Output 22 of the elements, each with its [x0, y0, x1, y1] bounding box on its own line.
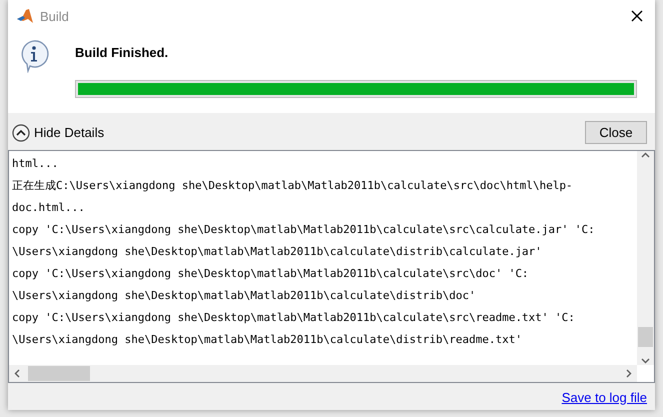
- scrollbar-thumb[interactable]: [28, 366, 90, 381]
- log-line: 正在生成C:\Users\xiangdong she\Desktop\matlab\Matlab2011b\calculate\src\doc\html\help-: [12, 178, 574, 194]
- scroll-right-icon[interactable]: [624, 369, 633, 378]
- window-title: Build: [40, 8, 70, 24]
- log-line: copy 'C:\Users\xiangdong she\Desktop\matlab\Matlab2011b\calculate\src\doc' 'C:: [12, 266, 530, 282]
- log-line: html...: [12, 156, 60, 172]
- scrollbar-thumb[interactable]: [638, 327, 653, 347]
- close-button[interactable]: Close: [585, 121, 647, 144]
- log-line: \Users\xiangdong she\Desktop\matlab\Matlab2011b\calculate\distrib\calculate.jar': [12, 244, 543, 260]
- log-line: \Users\xiangdong she\Desktop\matlab\Matlab2011b\calculate\distrib\readme.txt': [12, 332, 523, 348]
- scroll-left-icon[interactable]: [13, 369, 22, 378]
- details-toggle[interactable]: Hide Details: [12, 124, 104, 142]
- scroll-down-icon[interactable]: [641, 356, 650, 365]
- log-line: doc.html...: [12, 200, 86, 216]
- log-line: copy 'C:\Users\xiangdong she\Desktop\matlab\Matlab2011b\calculate\src\readme.txt' 'C:: [12, 310, 576, 326]
- log-line: \Users\xiangdong she\Desktop\matlab\Matlab2011b\calculate\distrib\doc': [12, 288, 477, 304]
- log-line: copy 'C:\Users\xiangdong she\Desktop\matlab\Matlab2011b\calculate\src\calculate.jar' 'C:: [12, 222, 596, 238]
- save-log-link[interactable]: Save to log file: [562, 390, 647, 405]
- app-logo-icon: [16, 8, 34, 24]
- status-message: Build Finished.: [75, 44, 170, 60]
- collapse-icon[interactable]: [12, 124, 30, 142]
- scroll-up-icon[interactable]: [641, 151, 650, 160]
